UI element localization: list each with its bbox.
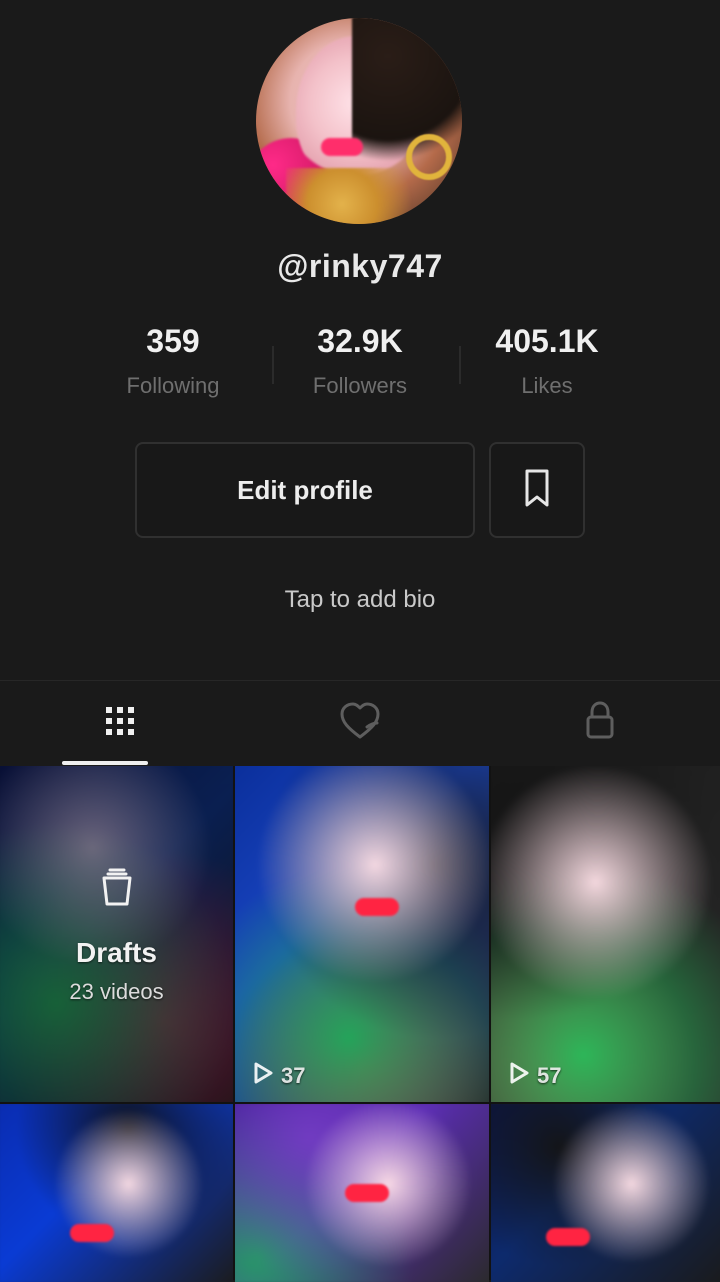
avatar-earring: [406, 134, 452, 180]
views-count: 57: [537, 1063, 562, 1088]
lock-icon: [580, 699, 620, 748]
profile-username: @rinky747: [277, 248, 443, 284]
stat-likes-label: Likes: [521, 373, 573, 398]
tab-videos[interactable]: [0, 681, 240, 765]
avatar-lips: [321, 138, 363, 156]
video-accent: [70, 1224, 114, 1242]
stat-followers[interactable]: 32.9K Followers: [267, 320, 461, 412]
video-image: [491, 1104, 720, 1282]
video-thumbnail[interactable]: [235, 1104, 489, 1282]
bookmark-icon: [520, 467, 554, 514]
stat-followers-value: 32.9K: [317, 323, 403, 359]
stat-followers-label: Followers: [312, 373, 408, 398]
video-accent: [546, 1228, 590, 1246]
heart-icon: [338, 701, 382, 746]
views-count: 37: [281, 1063, 306, 1088]
video-accent: [345, 1184, 389, 1202]
video-thumbnail[interactable]: [0, 1104, 233, 1282]
drafts-count: 23 videos: [69, 978, 164, 1004]
stat-following[interactable]: 359 Following: [80, 320, 274, 412]
drafts-icon: [94, 864, 140, 915]
video-views: 37: [249, 1060, 305, 1092]
edit-profile-button[interactable]: Edit profile: [135, 442, 475, 538]
drafts-tile[interactable]: Drafts 23 videos: [0, 766, 233, 1102]
profile-avatar[interactable]: [256, 18, 462, 224]
profile-tabs: [0, 680, 720, 765]
tab-private[interactable]: [480, 681, 720, 765]
profile-stats: 359 Following 32.9K Followers 405.1K Lik…: [80, 320, 640, 412]
drafts-overlay: Drafts 23 videos: [0, 766, 233, 1102]
profile-actions: Edit profile: [135, 442, 585, 538]
edit-profile-label: Edit profile: [237, 474, 373, 505]
video-image: [235, 766, 489, 1102]
bio-placeholder[interactable]: Tap to add bio: [0, 586, 720, 614]
grid-icon: [103, 704, 137, 743]
video-image: [0, 1104, 233, 1282]
stat-likes-value: 405.1K: [495, 323, 599, 359]
stat-following-value: 359: [146, 323, 200, 359]
play-icon: [505, 1060, 531, 1092]
stat-likes[interactable]: 405.1K Likes: [454, 320, 640, 412]
play-icon: [249, 1060, 275, 1092]
video-thumbnail[interactable]: 57: [491, 766, 720, 1102]
video-thumbnail[interactable]: 37: [235, 766, 489, 1102]
video-image: [491, 766, 720, 1102]
video-views: 57: [505, 1060, 561, 1092]
video-grid: Drafts 23 videos 37 57: [0, 766, 720, 1282]
stat-following-label: Following: [126, 373, 220, 398]
video-accent: [355, 898, 399, 916]
video-thumbnail[interactable]: [491, 1104, 720, 1282]
tab-liked[interactable]: [240, 681, 480, 765]
drafts-title: Drafts: [76, 936, 157, 968]
bookmark-button[interactable]: [489, 442, 585, 538]
avatar-jewelry: [286, 168, 426, 224]
